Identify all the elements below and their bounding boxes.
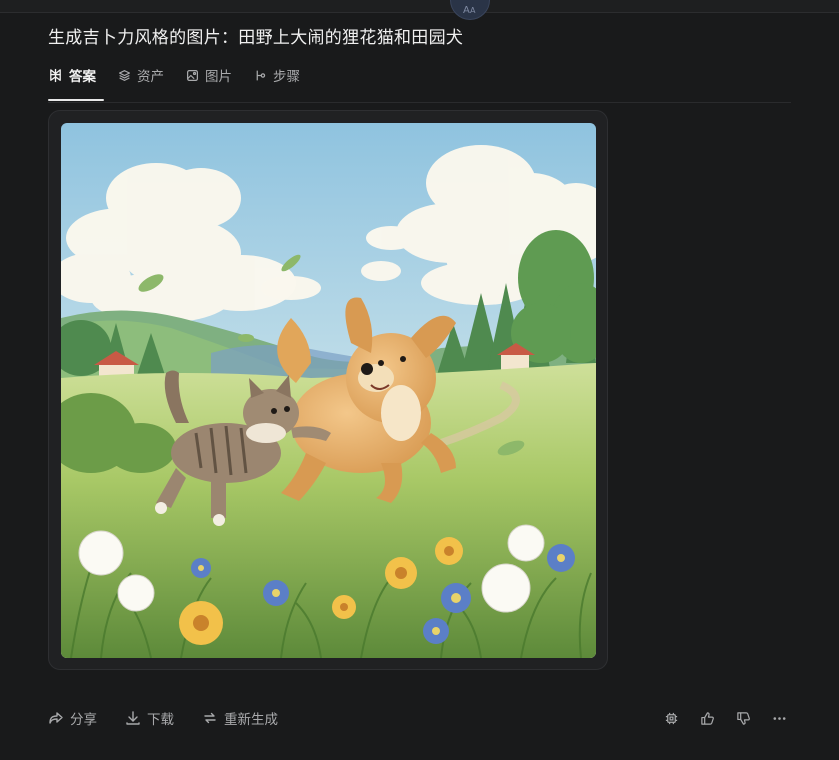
model-info-button[interactable] [659, 706, 683, 730]
regenerate-label: 重新生成 [224, 712, 278, 728]
regenerate-button[interactable]: 重新生成 [202, 708, 278, 728]
share-label: 分享 [70, 712, 97, 728]
steps-icon [256, 70, 266, 80]
page-title: 生成吉卜力风格的图片：田野上大闹的狸花猫和田园犬 [48, 28, 464, 48]
tab-answer-label: 答案 [69, 69, 96, 85]
translate-avatar[interactable]: A A [450, 0, 490, 20]
tab-images[interactable]: 图片 [186, 62, 232, 88]
action-bar: 分享 下载 重新生成 [48, 706, 791, 730]
layers-icon [119, 69, 130, 81]
image-card [48, 110, 608, 670]
share-icon [49, 712, 63, 724]
tab-answer[interactable]: 答案 [48, 62, 104, 101]
download-label: 下载 [147, 712, 174, 728]
more-icon [773, 716, 785, 720]
download-icon [126, 711, 140, 725]
chip-icon [665, 712, 677, 724]
share-button[interactable]: 分享 [48, 708, 97, 728]
thumbs-up-icon [700, 711, 714, 725]
top-bar [0, 0, 839, 13]
thumbs-up-button[interactable] [695, 706, 719, 730]
image-icon [187, 69, 198, 81]
tab-bar: 答案 资产 图片 步骤 [48, 62, 791, 103]
svg-text:A: A [470, 6, 476, 15]
generated-image[interactable] [61, 123, 596, 658]
download-button[interactable]: 下载 [125, 708, 174, 728]
tab-images-label: 图片 [205, 69, 232, 85]
refresh-icon [204, 712, 216, 724]
tab-assets[interactable]: 资产 [118, 62, 164, 88]
thumbs-down-button[interactable] [731, 706, 755, 730]
tab-assets-label: 资产 [137, 69, 164, 85]
tab-steps[interactable]: 步骤 [254, 62, 300, 88]
thumbs-down-icon [736, 711, 750, 725]
ghibli-style-illustration [61, 123, 596, 658]
svg-text:A: A [463, 5, 470, 15]
more-button[interactable] [767, 706, 791, 730]
translate-icon: A A [463, 5, 476, 15]
perplexity-icon [50, 68, 61, 82]
tab-steps-label: 步骤 [273, 69, 300, 85]
